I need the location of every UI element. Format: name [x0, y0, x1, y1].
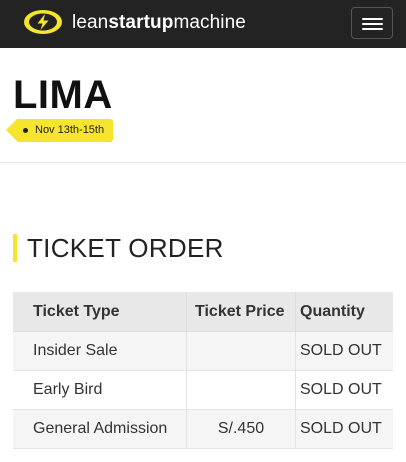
brand-logo-text[interactable]: leanstartupmachine [72, 11, 246, 35]
column-header-ticket-price: Ticket Price [186, 292, 296, 332]
brand-part-startup: startup [108, 12, 174, 33]
ticket-order-heading: TICKET ORDER [27, 233, 224, 263]
ticket-quantity-cell: SOLD OUT [295, 409, 393, 449]
ticket-table: Ticket Type Ticket Price Quantity Inside… [13, 292, 393, 449]
section-divider [0, 162, 406, 163]
menu-toggle-button[interactable] [351, 7, 393, 39]
hamburger-menu-icon-bar-1 [362, 18, 383, 20]
column-header-quantity: Quantity [295, 292, 393, 332]
ticket-type-cell: Insider Sale [13, 331, 187, 371]
ticket-price-cell [186, 370, 296, 410]
tag-hole-icon [23, 128, 28, 133]
ticket-price-cell: S/.450 [186, 409, 296, 449]
ticket-type-cell: Early Bird [13, 370, 187, 410]
top-navbar: leanstartupmachine [0, 0, 406, 48]
hamburger-menu-icon-bar-2 [362, 23, 383, 25]
table-row: General Admission S/.450 SOLD OUT [13, 409, 393, 449]
table-row: Early Bird SOLD OUT [13, 370, 393, 410]
event-date-tag: Nov 13th-15th [5, 119, 114, 142]
event-date-label: Nov 13th-15th [35, 124, 105, 136]
brand-part-lean: lean [72, 12, 109, 33]
event-city-title: LIMA [13, 73, 113, 117]
ticket-quantity-cell: SOLD OUT [295, 370, 393, 410]
ticket-type-cell: General Admission [13, 409, 187, 449]
ticket-quantity-cell: SOLD OUT [295, 331, 393, 371]
brand-part-machine: machine [173, 12, 246, 33]
ticket-price-cell [186, 331, 296, 371]
table-row: Insider Sale SOLD OUT [13, 331, 393, 371]
hamburger-menu-icon-bar-3 [362, 28, 383, 30]
column-header-ticket-type: Ticket Type [13, 292, 187, 332]
ticket-table-header-row: Ticket Type Ticket Price Quantity [13, 292, 393, 332]
section-accent-bar [13, 234, 17, 262]
lightning-bolt-badge-icon[interactable] [23, 9, 63, 35]
